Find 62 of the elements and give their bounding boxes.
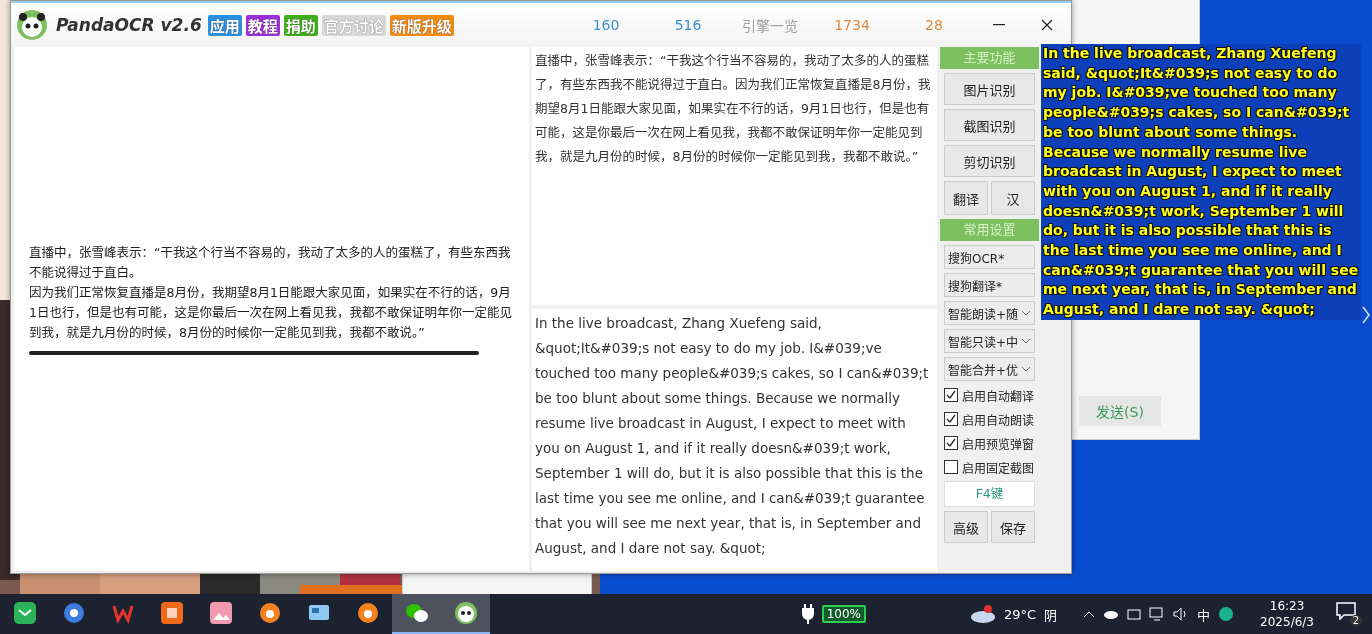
weather-text[interactable]: 阴 (1044, 604, 1058, 624)
close-icon (1041, 19, 1053, 31)
stat-counter: 引擎一览 (741, 17, 799, 35)
plug-icon (801, 604, 814, 624)
network-icon[interactable] (1149, 607, 1166, 621)
chat-bubbles-icon[interactable] (404, 602, 429, 624)
recognized-paragraph: 直播中，张雪峰表示：“干我这个行当不容易的，我动了太多的人的蛋糕了，有些东西我不能说得过于直白。 (29, 244, 512, 282)
cloud-icon[interactable] (1103, 609, 1120, 619)
battery-indicator[interactable]: 100% (821, 605, 866, 623)
translate-button[interactable]: 汉 (991, 181, 1035, 215)
checkmark-icon (946, 390, 956, 400)
stat-counter: 1734 (833, 17, 871, 33)
input-method-text[interactable]: 中 (1197, 604, 1211, 624)
engine-dropdown[interactable]: 智能合并+优 (944, 357, 1035, 381)
temperature-text[interactable]: 29°C (1003, 606, 1037, 622)
stat-counter: 28 (924, 17, 944, 33)
setting-checkbox[interactable]: 启用预览弹窗 (944, 433, 1035, 453)
fox-app-icon[interactable] (356, 602, 379, 624)
settings-button[interactable]: 高级 (944, 511, 988, 543)
translation-text-area[interactable]: In the live broadcast, Zhang Xuefeng said, &quot;It&#039;s not easy to do my job. I&#039;ve touched too many people&#039;s cakes, so I can&#039;t be too blunt about some things. Because we normally resume live broadcast in August, I expect to meet with you on August 1, and if it really doesn&#039;t work, September 1 will do, but it is also possible that this is the last time you see me online, and I can&#039;t guarantee that you will see me next year, that is, in September and August, and I dare not say. &quot; (532, 309, 937, 571)
subtitle-overlay: In the live broadcast, Zhang Xuefeng said, &quot;It&#039;s not easy to do my job. I&#039;ve touched too many people&#039;s cakes, so I can&#039;t be too blunt about some things. Because we normally resume live broadcast in August, I expect to meet with you on August 1, and if it really doesn&#039;t work, September 1 will do, but it is also possible that this is the last time you see me online, and I can&#039;t guarantee that you will see me next year, that is, in September and August, and I dare not say. &quot; (1041, 44, 1361, 320)
drive-icon[interactable] (1127, 608, 1142, 620)
stat-counter: 516 (673, 17, 703, 33)
clock-time[interactable]: 16:23 (1269, 598, 1305, 614)
translate-button[interactable]: 翻译 (944, 181, 988, 215)
engine-dropdown[interactable]: 搜狗OCR* (944, 245, 1035, 269)
ocr-text-area[interactable]: 直播中，张雪峰表示：“干我这个行当不容易的，我动了太多的人的蛋糕了，有些东西我不能说得过于直白。因为我们正常恢复直播是8月份，我期望8月1日能跟大家见面，如果实在不行的话，9月1日也行，但是也有可能，这是你最后一次在网上看见我，我都不敢保证明年你一定能见到我，就是九月份的时候，8月份的时候你一定能见到我，我都不敢说。” (532, 47, 937, 305)
panda-logo-icon (16, 9, 48, 41)
setting-checkbox[interactable]: 启用自动翻译 (944, 385, 1035, 405)
document-app-icon[interactable] (160, 602, 183, 624)
setting-checkbox[interactable]: 启用固定截图 (944, 457, 1035, 477)
minimize-icon (993, 24, 1005, 26)
recognize-button[interactable]: 截图识别 (944, 109, 1035, 141)
checkmark-icon (946, 414, 956, 424)
hotkey-field[interactable]: F4键 (944, 481, 1035, 507)
status-circle-icon[interactable] (1218, 606, 1235, 622)
settings-button[interactable]: 保存 (991, 511, 1035, 543)
fox-app-icon[interactable] (258, 602, 281, 624)
chevron-down-icon (1021, 366, 1031, 372)
engine-dropdown[interactable]: 智能只读+中 (944, 329, 1035, 353)
caret-up-icon[interactable] (1083, 610, 1096, 618)
setting-checkbox[interactable]: 启用自动朗读 (944, 409, 1035, 429)
recognize-button[interactable]: 剪切识别 (944, 145, 1035, 177)
app-title: PandaOCR v2.6 (56, 15, 202, 35)
recognize-button[interactable]: 图片识别 (944, 73, 1035, 105)
checkmark-icon (946, 438, 956, 448)
section-header: 主要功能 (940, 47, 1039, 69)
gallery-icon[interactable] (209, 602, 232, 624)
title-link[interactable]: 教程 (245, 14, 280, 36)
stat-counter: 160 (591, 17, 621, 33)
recognized-paragraph: 因为我们正常恢复直播是8月份，我期望8月1日能跟大家见面，如果实在不行的话，9月1日也行，但是也有可能，这是你最后一次在网上看见我，我都不敢保证明年你一定能见到我，就是九月份的时候，8月份的时候你一定能见到我，我都不敢说。” (29, 284, 513, 342)
engine-dropdown[interactable]: 智能朗读+随 (944, 301, 1035, 325)
chevron-down-icon (1021, 338, 1031, 344)
section-header: 常用设置 (940, 219, 1039, 241)
chat-icon[interactable] (13, 602, 36, 624)
clock-date[interactable]: 2025/6/3 (1260, 614, 1314, 630)
cloud-icon[interactable] (969, 604, 996, 624)
chevron-down-icon (1021, 310, 1031, 316)
chevron-right-icon[interactable] (1362, 305, 1370, 325)
engine-dropdown[interactable]: 搜狗翻译* (944, 273, 1035, 297)
browser-icon[interactable] (62, 602, 85, 624)
panda-icon[interactable] (453, 601, 478, 625)
